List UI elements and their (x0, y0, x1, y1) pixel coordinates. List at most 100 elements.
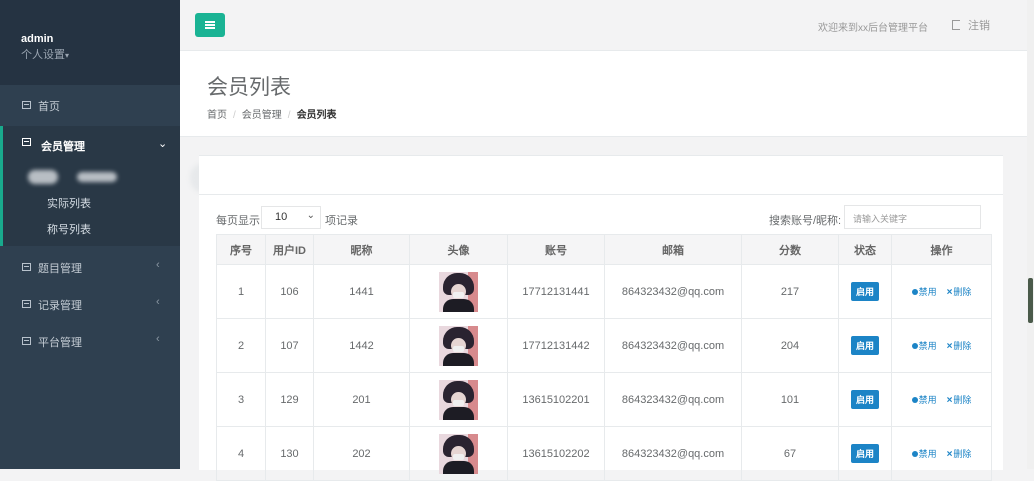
sidebar-item-record-management[interactable]: 记录管理 ‹ (0, 288, 180, 322)
page-size-value: 10 (275, 211, 288, 223)
scrollbar-thumb[interactable] (1028, 278, 1033, 323)
search-input[interactable]: 请输入关键字 (844, 205, 981, 229)
cell-avatar (409, 318, 508, 373)
breadcrumb-home[interactable]: 首页 (207, 110, 227, 121)
cell-nickname: 202 (313, 426, 410, 481)
sidebar-item-member-management[interactable]: 会员管理 ⌄ 实际列表 称号列表 (0, 126, 180, 246)
breadcrumb-current: 会员列表 (296, 110, 337, 121)
cell-status: 启用 (838, 318, 892, 373)
cell-no: 1 (216, 264, 266, 319)
search-label: 搜索账号/昵称: (769, 215, 842, 227)
sidebar-item-label: 平台管理 (38, 337, 82, 349)
blur-overlay (28, 170, 58, 184)
page-size-select[interactable]: 10 ⌄ (261, 206, 321, 229)
avatar (439, 379, 478, 420)
avatar (439, 271, 478, 312)
close-icon: × (946, 449, 953, 460)
ban-icon (911, 343, 918, 349)
page-size-suffix: 项记录 (325, 215, 358, 227)
menu-toggle-button[interactable] (195, 13, 225, 37)
table-row: 3 129 201 13615102201 864323432@qq.com 1… (216, 372, 992, 427)
column-header[interactable]: 账号 (507, 234, 605, 265)
cell-no: 3 (216, 372, 266, 427)
column-header[interactable]: 状态 (838, 234, 892, 265)
cell-user-id: 106 (265, 264, 314, 319)
delete-button[interactable]: ×删除 (946, 287, 972, 298)
cell-score: 204 (741, 318, 839, 373)
personal-settings-label: 个人设置 (21, 49, 65, 61)
page-size-prefix: 每页显示 (216, 215, 260, 227)
disable-label: 禁用 (918, 395, 937, 405)
disable-button[interactable]: 禁用 (911, 395, 937, 405)
sidebar-item-question-management[interactable]: 题目管理 ‹ (0, 251, 180, 285)
cell-email: 864323432@qq.com (604, 426, 742, 481)
page-heading: 会员列表 首页 / 会员管理 / 会员列表 (180, 51, 1030, 137)
sidebar-item-label: 会员管理 (41, 141, 85, 153)
cell-avatar (409, 264, 508, 319)
sidebar-item-label: 记录管理 (38, 300, 82, 312)
disable-button[interactable]: 禁用 (911, 449, 937, 459)
member-list-panel: 每页显示 10 ⌄ 项记录 搜索账号/昵称: 请输入关键字 序号 用户ID 昵称 … (199, 155, 1003, 481)
breadcrumb-member-management[interactable]: 会员管理 (242, 110, 282, 121)
sign-out-icon (952, 20, 960, 30)
delete-label: 删除 (953, 449, 972, 459)
table-row: 2 107 1442 17712131442 864323432@qq.com … (216, 318, 992, 373)
ban-icon (911, 397, 918, 403)
disable-button[interactable]: 禁用 (911, 287, 937, 297)
cell-status: 启用 (838, 372, 892, 427)
cell-score: 101 (741, 372, 839, 427)
sidebar-item-platform-management[interactable]: 平台管理 ‹ (0, 325, 180, 359)
column-header[interactable]: 邮箱 (604, 234, 742, 265)
table-icon (22, 263, 31, 271)
top-navbar: 欢迎来到xx后台管理平台 注销 (180, 0, 1030, 51)
cell-score: 217 (741, 264, 839, 319)
cell-avatar (409, 426, 508, 481)
delete-button[interactable]: ×删除 (947, 395, 972, 406)
table-icon (22, 300, 31, 308)
delete-button[interactable]: ×删除 (946, 449, 972, 460)
disable-label: 禁用 (918, 449, 937, 459)
delete-label: 删除 (953, 287, 972, 297)
table-icon (22, 138, 31, 146)
table-row: 1 106 1441 17712131441 864323432@qq.com … (216, 264, 992, 319)
column-header[interactable]: 用户ID (265, 234, 314, 265)
cell-status: 启用 (838, 264, 892, 319)
page-scrollbar[interactable] (1027, 0, 1034, 469)
cell-status: 启用 (838, 426, 892, 481)
logout-label: 注销 (968, 20, 990, 32)
disable-label: 禁用 (918, 287, 937, 297)
cell-actions: 禁用 ×删除 (891, 426, 992, 481)
sidebar-subitem-title-list[interactable]: 称号列表 (47, 221, 91, 237)
sidebar-item-label: 首页 (38, 101, 60, 113)
chevron-down-icon: ⌄ (306, 210, 315, 221)
column-header[interactable]: 头像 (409, 234, 508, 265)
column-header[interactable]: 序号 (216, 234, 266, 265)
member-table: 序号 用户ID 昵称 头像 账号 邮箱 分数 状态 操作 1 106 1441 … (216, 234, 992, 481)
close-icon: × (946, 287, 953, 298)
cell-account: 13615102201 (507, 372, 605, 427)
close-icon: × (946, 341, 953, 352)
sidebar-subitem-actual-list[interactable]: 实际列表 (47, 195, 91, 211)
cell-user-id: 129 (265, 372, 314, 427)
personal-settings-dropdown[interactable]: 个人设置▾ (21, 46, 69, 62)
column-header[interactable]: 昵称 (313, 234, 410, 265)
table-icon (22, 101, 31, 109)
cell-nickname: 1442 (313, 318, 410, 373)
welcome-text: 欢迎来到xx后台管理平台 (818, 23, 928, 34)
cell-account: 13615102202 (507, 426, 605, 481)
chevron-left-icon: ‹ (156, 296, 160, 308)
sidebar-item-home[interactable]: 首页 (0, 89, 180, 123)
ban-icon (911, 451, 918, 457)
cell-no: 4 (216, 426, 266, 481)
blur-overlay (77, 172, 117, 182)
chevron-left-icon: ‹ (156, 333, 160, 345)
disable-button[interactable]: 禁用 (911, 341, 937, 351)
cell-account: 17712131441 (507, 264, 605, 319)
delete-button[interactable]: ×删除 (946, 341, 972, 352)
profile-area: admin 个人设置▾ (0, 0, 180, 85)
username: admin (21, 33, 54, 45)
column-header[interactable]: 分数 (741, 234, 839, 265)
logout-button[interactable]: 注销 (952, 17, 990, 33)
chevron-left-icon: ‹ (156, 259, 160, 271)
avatar (439, 325, 478, 366)
